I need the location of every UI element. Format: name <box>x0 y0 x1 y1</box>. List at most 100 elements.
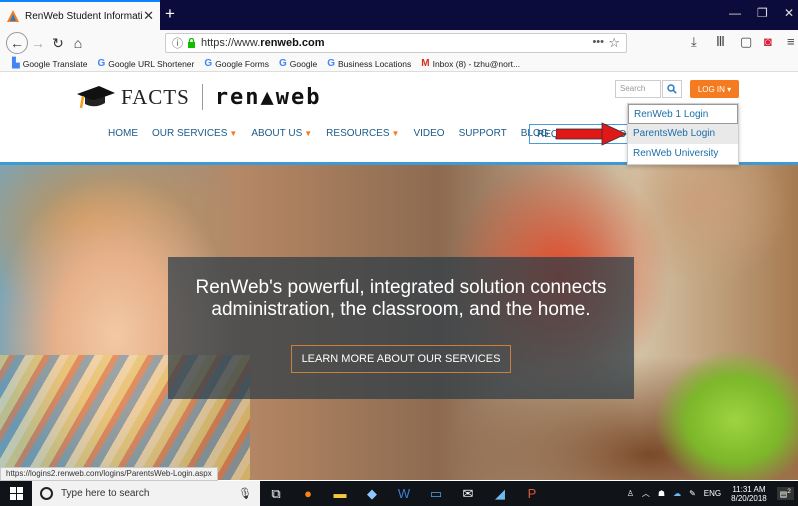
people-icon[interactable]: ♙ <box>627 489 634 498</box>
notification-icon[interactable]: ▤2 <box>776 487 794 500</box>
app-icon[interactable]: ▭ <box>420 481 452 506</box>
nav-resources[interactable]: RESOURCES ▼ <box>326 128 399 139</box>
clock[interactable]: 11:31 AM 8/20/2018 <box>731 485 767 503</box>
browser-tab[interactable]: RenWeb Student Information S ✕ <box>0 0 160 30</box>
forward-arrow-icon[interactable]: → <box>28 33 48 53</box>
search-button[interactable] <box>662 80 682 98</box>
search-icon <box>667 84 677 94</box>
bookmark-business-locations[interactable]: G Business Locations <box>327 58 411 69</box>
new-tab-button[interactable]: + <box>165 4 175 24</box>
back-arrow-icon[interactable]: ← <box>6 32 28 54</box>
system-tray: ♙ ︿ ☗ ☁ ✎ ENG 11:31 AM 8/20/2018 ▤2 <box>623 481 798 506</box>
renweb-favicon-icon <box>7 10 19 22</box>
google-icon: G <box>204 58 213 69</box>
menu-item-renweb-1-login[interactable]: RenWeb 1 Login <box>628 104 738 124</box>
bookmark-google[interactable]: G Google <box>279 58 317 69</box>
url-prefix: https://www. <box>201 37 261 49</box>
pen-icon[interactable]: ✎ <box>689 489 696 498</box>
login-button[interactable]: LOG IN ▾ <box>690 80 739 98</box>
app-icon[interactable]: ◆ <box>356 481 388 506</box>
menu-item-parentsweb-login[interactable]: ParentsWeb Login <box>628 124 738 144</box>
network-icon[interactable]: ☗ <box>658 489 665 498</box>
bookmark-label: Google <box>289 58 318 69</box>
task-view-icon[interactable]: ⧉ <box>260 481 292 506</box>
page-actions-icon[interactable]: ••• <box>592 36 604 48</box>
site-search-input[interactable]: Search <box>615 80 661 98</box>
nav-label: VIDEO <box>413 128 445 139</box>
login-dropdown-menu: RenWeb 1 Login ParentsWeb Login RenWeb U… <box>627 103 739 165</box>
mail-icon[interactable]: ✉ <box>452 481 484 506</box>
taskbar-search-placeholder: Type here to search <box>61 488 150 499</box>
graduation-cap-icon <box>77 86 115 109</box>
logo-renweb-text: ren▲web <box>214 84 322 110</box>
windows-logo-icon <box>9 487 23 500</box>
taskbar-search-input[interactable]: Type here to search 🎙 <box>32 481 260 506</box>
reload-icon[interactable]: ↻ <box>48 33 68 53</box>
url-bar[interactable]: ⓘ https://www.renweb.com ••• ☆ <box>165 33 627 53</box>
close-window-icon[interactable]: ✕ <box>784 6 794 20</box>
minimize-icon[interactable]: — <box>729 6 741 20</box>
bookmark-label: Google Forms <box>215 58 270 69</box>
menu-item-renweb-university[interactable]: RenWeb University <box>628 144 738 164</box>
bookmark-google-translate[interactable]: ▙ Google Translate <box>12 58 87 69</box>
nav-label: HOME <box>108 128 138 139</box>
clock-date: 8/20/2018 <box>731 493 767 503</box>
bookmark-label: Google URL Shortener <box>108 58 195 69</box>
google-icon: G <box>97 58 106 69</box>
home-icon[interactable]: ⌂ <box>68 33 88 53</box>
windows-start-icon[interactable] <box>0 481 32 506</box>
nav-our-services[interactable]: OUR SERVICES ▼ <box>152 128 237 139</box>
google-icon: G <box>327 58 335 69</box>
library-icon[interactable]: Ⅲ <box>716 34 725 50</box>
show-hidden-icons-icon[interactable]: ︿ <box>642 488 650 499</box>
bookmark-label: Google Translate <box>22 58 88 69</box>
notification-count: 2 <box>787 488 791 496</box>
caret-down-icon: ▼ <box>304 129 313 138</box>
close-tab-icon[interactable]: ✕ <box>143 8 154 24</box>
bookmarks-bar: ▙ Google Translate G Google URL Shortener … <box>0 56 798 72</box>
sidebar-icon[interactable]: ▢ <box>740 34 752 50</box>
bookmark-star-icon[interactable]: ☆ <box>608 35 620 51</box>
learn-more-button[interactable]: LEARN MORE ABOUT OUR SERVICES <box>290 345 512 373</box>
menu-icon[interactable]: ≡ <box>787 34 795 49</box>
red-arrow-annotation-icon <box>556 122 627 146</box>
hero-banner: RenWeb's powerful, integrated solution c… <box>0 165 798 480</box>
site-logo[interactable]: FACTS ren▲web <box>75 82 322 112</box>
restore-icon[interactable]: ❐ <box>757 6 768 20</box>
bookmark-inbox[interactable]: M Inbox (8) - tzhu@nort... <box>421 58 520 69</box>
hero-headline: RenWeb's powerful, integrated solution c… <box>195 277 607 320</box>
google-icon: G <box>279 58 287 69</box>
hero-overlay: RenWeb's powerful, integrated solution c… <box>168 257 634 399</box>
nav-label: RESOURCES <box>326 128 390 139</box>
status-bar-url: https://logins2.renweb.com/logins/Parent… <box>0 467 218 481</box>
downloads-icon[interactable]: ⤓ <box>691 34 697 50</box>
browser-nav-bar: ← → ↻ ⌂ ⓘ https://www.renweb.com ••• ☆ <box>0 30 798 56</box>
powerpoint-icon[interactable]: P <box>516 481 548 506</box>
nav-label: ABOUT US <box>251 128 303 139</box>
pocket-icon[interactable]: ◙ <box>764 34 772 49</box>
bookmark-google-url-shortener[interactable]: G Google URL Shortener <box>97 58 194 69</box>
nav-video[interactable]: VIDEO <box>413 128 444 139</box>
word-icon[interactable]: W <box>388 481 420 506</box>
bookmark-label: Inbox (8) - tzhu@nort... <box>432 58 521 69</box>
logo-facts-text: FACTS <box>121 84 190 109</box>
nav-home[interactable]: HOME <box>108 128 138 139</box>
nav-about-us[interactable]: ABOUT US ▼ <box>251 128 312 139</box>
clock-time: 11:31 AM <box>732 484 766 494</box>
logo-divider <box>201 84 203 110</box>
browser-title-bar: RenWeb Student Information S ✕ + — ❐ ✕ <box>0 0 798 30</box>
nav-label: SUPPORT <box>458 128 507 139</box>
file-explorer-icon[interactable]: ▬ <box>324 481 356 506</box>
bookmark-label: Business Locations <box>338 58 412 69</box>
onedrive-icon[interactable]: ☁ <box>673 489 681 498</box>
google-translate-icon: ▙ <box>12 58 20 69</box>
app-icon[interactable]: ◢ <box>484 481 516 506</box>
firefox-icon[interactable]: ● <box>292 481 324 506</box>
nav-support[interactable]: SUPPORT <box>459 128 507 139</box>
info-icon[interactable]: ⓘ <box>172 35 183 51</box>
microphone-icon[interactable]: 🎙 <box>238 487 252 500</box>
nav-label: OUR SERVICES <box>152 128 228 139</box>
bookmark-google-forms[interactable]: G Google Forms <box>204 58 269 69</box>
language-indicator[interactable]: ENG <box>704 489 721 498</box>
main-nav: HOME OUR SERVICES ▼ ABOUT US ▼ RESOURCES ▼ … <box>108 128 563 139</box>
